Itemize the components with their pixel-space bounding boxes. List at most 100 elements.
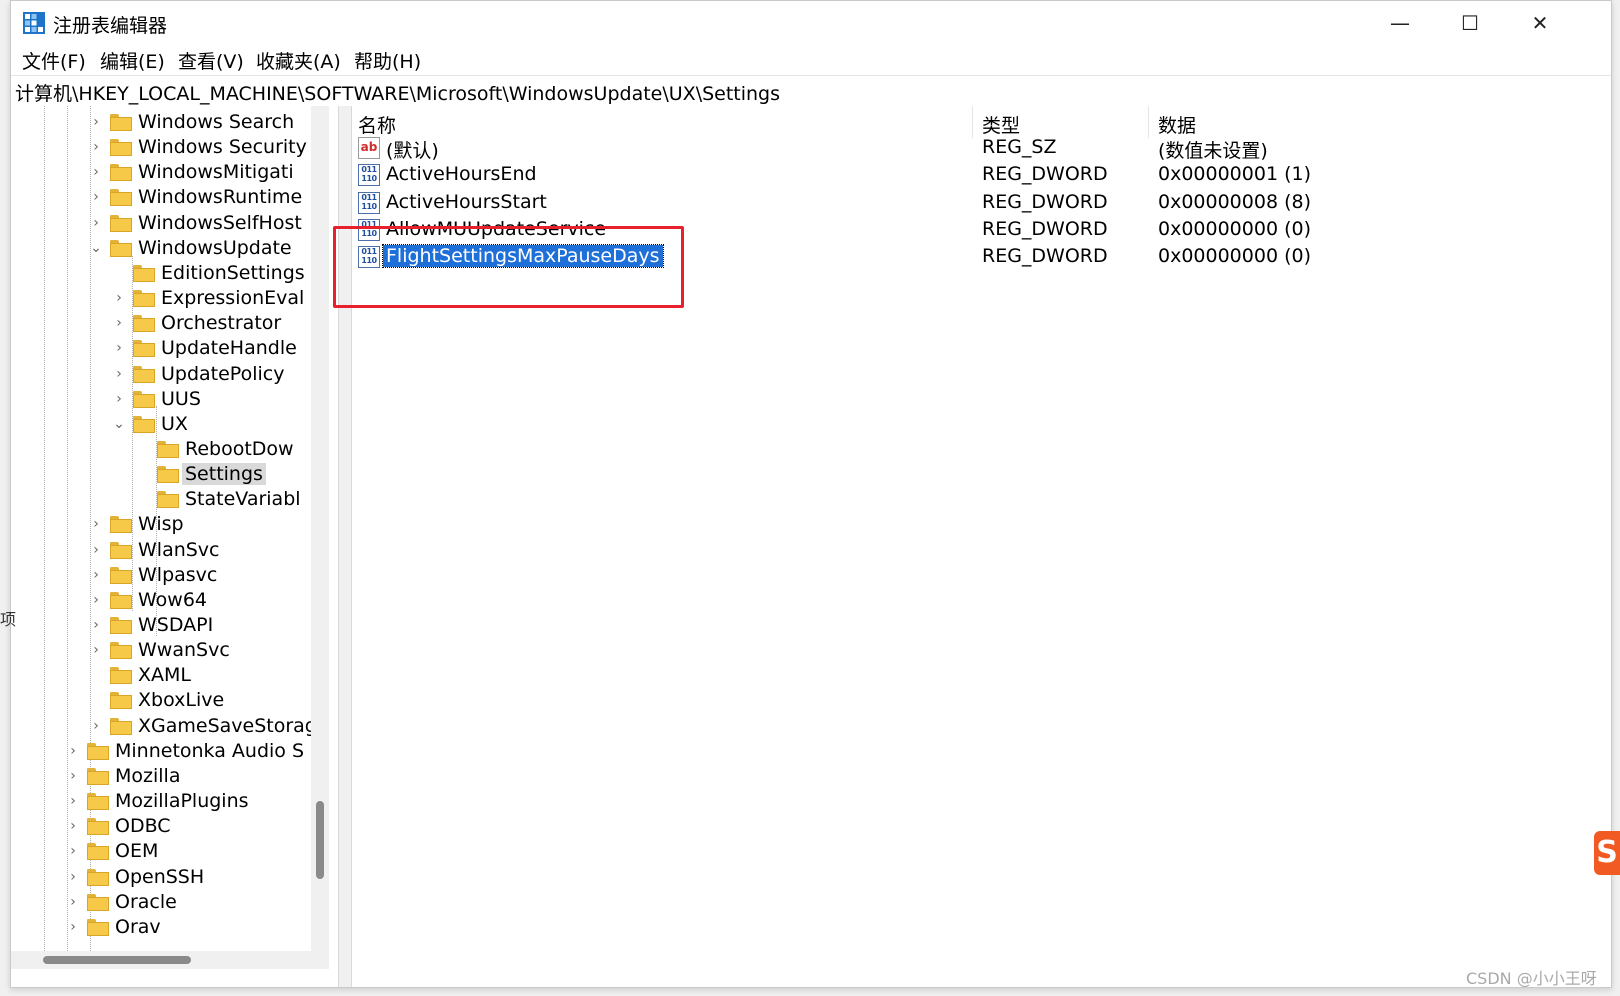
tree-node[interactable]: › Mozilla (11, 765, 311, 791)
chevron-down-icon[interactable]: ⌄ (112, 417, 126, 431)
chevron-right-icon[interactable]: › (89, 140, 103, 154)
chevron-right-icon[interactable]: › (66, 744, 80, 758)
menu-file[interactable]: 文件(F) (22, 47, 86, 74)
tree-node-label[interactable]: WindowsSelfHost (138, 212, 302, 234)
chevron-right-icon[interactable]: › (66, 819, 80, 833)
value-name[interactable]: ActiveHoursStart (383, 191, 550, 213)
tree-node[interactable]: › Orchestrator (11, 312, 311, 338)
tree-node[interactable]: › UpdateHandle (11, 337, 311, 363)
tree-node[interactable]: › WindowsMitigati (11, 161, 311, 187)
tree-node-label-selected[interactable]: Settings (182, 463, 266, 486)
tree-node[interactable]: › OEM (11, 840, 311, 866)
tree-node[interactable]: ⌄ WindowsUpdate (11, 237, 311, 263)
tree-node[interactable]: Settings (11, 463, 311, 489)
tree-node-label[interactable]: Windows Security (138, 136, 307, 158)
tree-node-label[interactable]: ODBC (115, 815, 171, 837)
tree-node-label[interactable]: XAML (138, 664, 191, 686)
tree-horizontal-scrollbar[interactable] (11, 951, 329, 969)
tree-node-label[interactable]: StateVariabl (185, 488, 301, 510)
chevron-right-icon[interactable]: › (112, 291, 126, 305)
tree-node-label[interactable]: WSDAPI (138, 614, 213, 636)
chevron-right-icon[interactable]: › (89, 216, 103, 230)
tree-node[interactable]: StateVariabl (11, 488, 311, 514)
tree-node[interactable]: › Oracle (11, 891, 311, 917)
chevron-right-icon[interactable]: › (89, 165, 103, 179)
tree-node[interactable]: › WindowsRuntime (11, 186, 311, 212)
tree-node-label[interactable]: Windows Search (138, 111, 294, 133)
tree-node-label[interactable]: Wisp (138, 513, 184, 535)
value-row[interactable]: 011 110 ActiveHoursStart REG_DWORD 0x000000… (352, 190, 1552, 217)
tree-node[interactable]: › Wisp (11, 513, 311, 539)
tree-node-label[interactable]: OpenSSH (115, 866, 204, 888)
tree-node[interactable]: › Minnetonka Audio S (11, 740, 311, 766)
chevron-right-icon[interactable]: › (89, 517, 103, 531)
column-header-name[interactable]: 名称 (358, 111, 396, 138)
tree-node[interactable]: › MozillaPlugins (11, 790, 311, 816)
close-button[interactable]: ✕ (1505, 1, 1575, 45)
column-divider[interactable] (972, 106, 973, 138)
column-header-type[interactable]: 类型 (982, 111, 1020, 138)
column-header-data[interactable]: 数据 (1158, 111, 1196, 138)
chevron-right-icon[interactable]: › (112, 316, 126, 330)
tree-node[interactable]: ⌄ UX (11, 413, 311, 439)
tree-node-label[interactable]: WindowsRuntime (138, 186, 302, 208)
tree-node-label[interactable]: XboxLive (138, 689, 224, 711)
tree-node[interactable]: XboxLive (11, 689, 311, 715)
tree-node[interactable]: › XGameSaveStorag (11, 715, 311, 741)
tree-vertical-scroll-thumb[interactable] (316, 801, 324, 879)
title-bar[interactable]: 注册表编辑器 — ☐ ✕ (11, 1, 1611, 45)
tree-node-label[interactable]: Oracle (115, 891, 177, 913)
chevron-right-icon[interactable]: › (89, 543, 103, 557)
tree-node[interactable]: › WindowsSelfHost (11, 212, 311, 238)
value-row[interactable]: 011 110 ActiveHoursEnd REG_DWORD 0x00000001… (352, 162, 1552, 189)
address-bar[interactable]: 计算机\HKEY_LOCAL_MACHINE\SOFTWARE\Microsof… (11, 75, 1611, 107)
tree-node-label[interactable]: Wlpasvc (138, 564, 217, 586)
tree-node[interactable]: › Wlpasvc (11, 564, 311, 590)
tree-node-label[interactable]: Orav (115, 916, 161, 938)
chevron-right-icon[interactable]: › (66, 895, 80, 909)
chevron-right-icon[interactable]: › (66, 769, 80, 783)
menu-edit[interactable]: 编辑(E) (100, 47, 165, 74)
tree-node-label[interactable]: Mozilla (115, 765, 180, 787)
tree-vertical-scrollbar[interactable] (311, 106, 329, 951)
tree-node[interactable]: XAML (11, 664, 311, 690)
maximize-button[interactable]: ☐ (1435, 1, 1505, 45)
chevron-down-icon[interactable]: ⌄ (89, 241, 103, 255)
value-name[interactable]: (默认) (383, 136, 442, 163)
chevron-right-icon[interactable]: › (66, 844, 80, 858)
tree-node-label[interactable]: WlanSvc (138, 539, 220, 561)
menu-help[interactable]: 帮助(H) (354, 47, 421, 74)
chevron-right-icon[interactable]: › (89, 115, 103, 129)
tree-node[interactable]: RebootDow (11, 438, 311, 464)
tree-node-label[interactable]: WindowsMitigati (138, 161, 294, 183)
column-divider[interactable] (1148, 106, 1149, 138)
tree-node-label[interactable]: RebootDow (185, 438, 294, 460)
menu-view[interactable]: 查看(V) (178, 47, 244, 74)
chevron-right-icon[interactable]: › (89, 643, 103, 657)
chevron-right-icon[interactable]: › (89, 618, 103, 632)
chevron-right-icon[interactable]: › (89, 190, 103, 204)
tree-node-label[interactable]: OEM (115, 840, 158, 862)
value-name[interactable]: ActiveHoursEnd (383, 163, 540, 185)
chevron-right-icon[interactable]: › (112, 367, 126, 381)
tree-node[interactable]: › WwanSvc (11, 639, 311, 665)
tree-node[interactable]: › WSDAPI (11, 614, 311, 640)
tree-node-label[interactable]: UpdatePolicy (161, 363, 284, 385)
tree-node-label[interactable]: WindowsUpdate (138, 237, 292, 259)
tree-node[interactable]: › UpdatePolicy (11, 363, 311, 389)
chevron-right-icon[interactable]: › (112, 341, 126, 355)
tree-node-label[interactable]: ExpressionEval (161, 287, 304, 309)
tree-node[interactable]: › Windows Search (11, 111, 311, 137)
tree-node[interactable]: › ExpressionEval (11, 287, 311, 313)
tree-node[interactable]: › UUS (11, 388, 311, 414)
tree-node[interactable]: EditionSettings (11, 262, 311, 288)
tree-node-label[interactable]: Orchestrator (161, 312, 281, 334)
value-row[interactable]: ab (默认) REG_SZ (数值未设置) (352, 135, 1552, 162)
tree-node-label[interactable]: EditionSettings (161, 262, 305, 284)
chevron-right-icon[interactable]: › (112, 392, 126, 406)
tree-node[interactable]: › Orav (11, 916, 311, 942)
tree-node[interactable]: › WlanSvc (11, 539, 311, 565)
tree-node[interactable]: › Windows Security (11, 136, 311, 162)
tree-node-label[interactable]: UX (161, 413, 188, 435)
tree-node[interactable]: › ODBC (11, 815, 311, 841)
